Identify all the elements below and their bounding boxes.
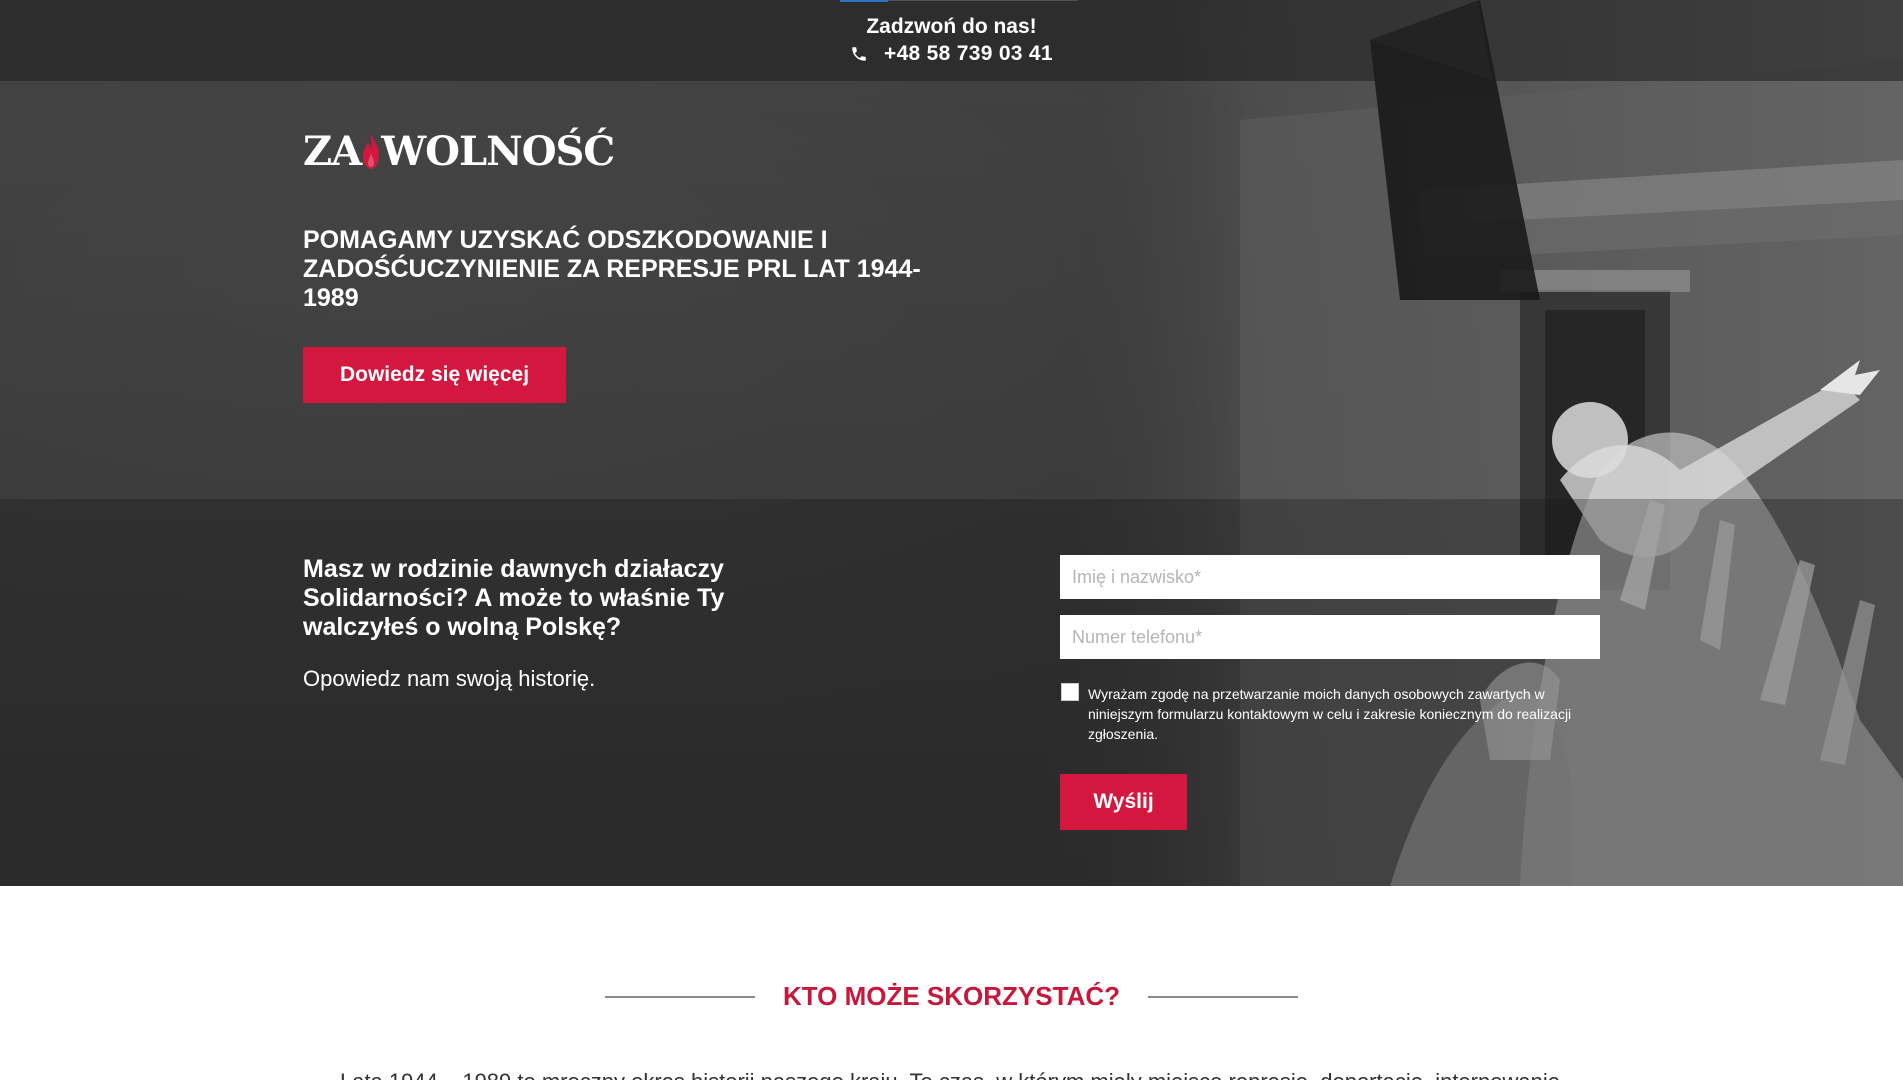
section-title: KTO MOŻE SKORZYSTAĆ? — [782, 981, 1121, 1011]
contact-subtext: Opowiedz nam swoją historię. — [303, 666, 596, 691]
submit-button[interactable]: Wyślij — [1060, 774, 1187, 830]
topbar-accent-line — [840, 0, 888, 2]
consent-label: Wyrażam zgodę na przetwarzanie moich dan… — [1088, 686, 1572, 742]
logo-text-left: ZA — [303, 127, 362, 175]
contact-band — [0, 499, 1903, 886]
contact-question: Masz w rodzinie dawnych działaczy Solida… — [303, 555, 725, 641]
name-input[interactable] — [1060, 555, 1600, 599]
flame-icon — [363, 133, 380, 169]
logo-text-right: WOLNOŚĆ — [381, 127, 615, 175]
title-rule-right — [1148, 996, 1298, 998]
site-logo[interactable]: ZA WOLNOŚĆ — [303, 127, 615, 175]
consent-checkbox[interactable] — [1061, 683, 1079, 701]
hero-section: Zadzwoń do nas! +48 58 739 03 41 ZA WOLN… — [0, 0, 1903, 886]
phone-icon — [852, 47, 866, 61]
phone-link[interactable]: +48 58 739 03 41 — [850, 41, 1053, 67]
section-intro-text: Lata 1944 – 1989 to mroczny okres histor… — [340, 1067, 1570, 1080]
learn-more-button[interactable]: Dowiedz się więcej — [303, 347, 566, 403]
phone-input[interactable] — [1060, 615, 1600, 659]
section-header: KTO MOŻE SKORZYSTAĆ? — [0, 978, 1903, 1018]
call-us-label: Zadzwoń do nas! — [866, 15, 1037, 38]
topbar-divider-line — [888, 0, 1078, 1]
hero-heading: POMAGAMY UZYSKAĆ ODSZKODOWANIE I ZADOŚĆU… — [303, 226, 921, 312]
phone-number[interactable]: +48 58 739 03 41 — [884, 42, 1053, 66]
